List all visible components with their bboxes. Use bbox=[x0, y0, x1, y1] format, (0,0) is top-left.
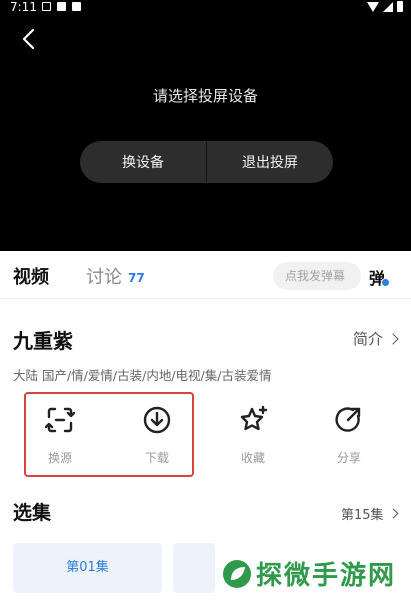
status-time: 7:11 bbox=[10, 0, 37, 14]
share-button[interactable]: 分享 bbox=[319, 405, 379, 466]
switch-source-button[interactable]: 换源 bbox=[30, 405, 90, 466]
share-icon bbox=[335, 407, 361, 432]
intro-link[interactable]: 简介 bbox=[353, 328, 399, 349]
notification-icon bbox=[72, 2, 81, 11]
discuss-count-badge: 77 bbox=[128, 271, 145, 285]
action-label: 收藏 bbox=[240, 451, 265, 465]
video-player[interactable]: 7:11 请选择投屏设备 换设备 退出投屏 bbox=[0, 0, 411, 251]
episodes-count-link[interactable]: 第15集 bbox=[341, 504, 398, 523]
star-icon bbox=[240, 405, 268, 431]
episode-item[interactable] bbox=[173, 543, 215, 593]
battery-icon bbox=[397, 1, 403, 12]
status-bar: 7:11 bbox=[0, 0, 411, 16]
cast-controls: 换设备 退出投屏 bbox=[80, 141, 333, 183]
tab-video[interactable]: 视频 bbox=[13, 263, 49, 289]
action-label: 分享 bbox=[336, 451, 361, 465]
episodes-title: 选集 bbox=[13, 502, 52, 524]
download-button[interactable]: 下载 bbox=[127, 405, 187, 466]
chevron-right-icon bbox=[387, 332, 399, 345]
episode-item[interactable]: 第01集 bbox=[13, 543, 162, 593]
exit-cast-button[interactable]: 退出投屏 bbox=[207, 141, 333, 183]
notification-icon bbox=[42, 2, 51, 11]
intro-label: 简介 bbox=[353, 330, 384, 348]
show-title: 九重紫 bbox=[13, 329, 73, 353]
danmu-on-dot-icon bbox=[381, 278, 390, 287]
cast-prompt: 请选择投屏设备 bbox=[152, 87, 258, 105]
signal-icon bbox=[383, 1, 393, 12]
download-icon bbox=[143, 406, 171, 434]
notification-icons bbox=[42, 2, 81, 11]
back-button[interactable] bbox=[16, 26, 42, 52]
action-label: 换源 bbox=[47, 451, 72, 465]
episodes-count: 第15集 bbox=[341, 508, 384, 523]
wifi-icon bbox=[367, 1, 379, 12]
notification-icon bbox=[57, 2, 66, 11]
system-icons bbox=[367, 1, 403, 12]
show-tags: 大陆 国产/情/爱情/古装/内地/电视/集/古装爱情 bbox=[13, 368, 272, 383]
watermark-text: 探微手游网 bbox=[256, 561, 397, 591]
action-label: 下载 bbox=[144, 451, 169, 465]
danmu-input[interactable]: 点我发弹幕 bbox=[273, 262, 361, 290]
leaf-logo-icon bbox=[223, 559, 251, 588]
favorite-button[interactable]: 收藏 bbox=[223, 405, 283, 466]
switch-source-icon bbox=[45, 407, 75, 433]
watermark: 探微手游网 bbox=[222, 555, 396, 592]
chevron-right-icon bbox=[388, 508, 398, 519]
tab-discuss[interactable]: 讨论 bbox=[86, 263, 122, 289]
tab-bar: 视频 讨论 77 点我发弹幕 弹 bbox=[0, 251, 411, 299]
chevron-left-icon bbox=[22, 28, 35, 50]
switch-device-button[interactable]: 换设备 bbox=[80, 141, 206, 183]
